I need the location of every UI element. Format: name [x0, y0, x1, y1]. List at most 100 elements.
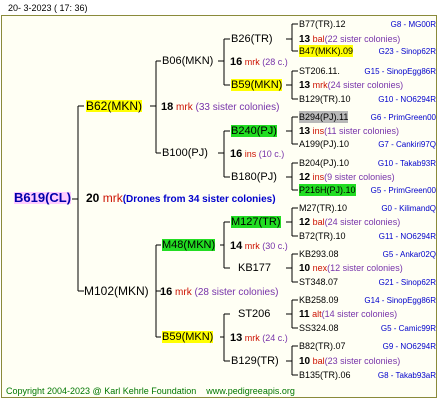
gen3-queen-2[interactable]: M48(MKN) — [162, 239, 216, 251]
leaf-ref-12: G14 - SinopEgg86R — [364, 296, 436, 305]
leaf-name-1[interactable]: B47(MKK).09 — [299, 45, 354, 57]
leaf-name-5[interactable]: A199(PJ).10 — [299, 138, 349, 150]
leaf-name-9[interactable]: B72(TR).10 — [299, 230, 346, 242]
sire-sisters: (33 sister colonies) — [195, 102, 280, 113]
leaf-ref-11: G21 - Sinop62R — [378, 278, 436, 287]
gen3-stats-3: 13 mrk (24 c.) — [230, 332, 288, 344]
gen3-num-1: 16 — [230, 148, 243, 160]
leaf-ref-8: G0 - KilimandQ — [381, 204, 436, 213]
gen4-num-0: 13 — [299, 34, 311, 45]
gen4-sisters-4: (24 sister colonies) — [324, 217, 401, 227]
gen4-mark-1: mrk — [312, 80, 328, 90]
footer-site-link[interactable]: www.pedigreeapis.org — [206, 386, 295, 396]
leaf-name-7[interactable]: P216H(PJ).10 — [299, 184, 356, 196]
leaf-name-0[interactable]: B77(TR).12 — [299, 18, 346, 30]
leaf-ref-15: G8 - Takab93aR — [377, 371, 436, 380]
gen4-stats-7: 10 bal(23 sister colonies) — [299, 355, 400, 368]
gen3-num-0: 16 — [230, 56, 243, 68]
gen3-sisters-0: (28 c.) — [262, 57, 288, 67]
sire-stats: 18 mrk (33 sister colonies) — [161, 101, 279, 114]
leaf-name-8[interactable]: M27(TR).10 — [299, 202, 347, 214]
sire-queen[interactable]: B62(MKN) — [86, 100, 143, 112]
gen4-queen-7[interactable]: B129(TR) — [231, 355, 279, 367]
gen4-stats-2: 13 ins(11 sister colonies) — [299, 125, 399, 138]
leaf-name-4[interactable]: B294(PJ).11 — [299, 111, 349, 123]
gen3-sisters-1: (10 c.) — [258, 149, 285, 159]
dam-stats: 16 mrk (28 sister colonies) — [160, 286, 278, 299]
dam-mark: mrk — [175, 287, 192, 298]
leaf-ref-5: G7 - Cankiri97Q — [378, 140, 436, 149]
gen4-num-7: 10 — [299, 356, 311, 367]
gen4-mark-7: bal — [312, 356, 325, 366]
gen3-mark-0: mrk — [244, 57, 260, 67]
footer-copyright: Copyright 2004-2023 @ Karl Kehrle Founda… — [6, 386, 197, 396]
leaf-name-11[interactable]: ST348.07 — [299, 276, 338, 288]
gen4-queen-6[interactable]: ST206 — [238, 308, 270, 320]
gen4-num-5: 10 — [299, 263, 311, 274]
leaf-ref-9: G11 - NO6294R — [378, 232, 436, 241]
gen4-stats-6: 11 alt(14 sister colonies) — [299, 308, 397, 321]
gen4-mark-0: bal — [312, 34, 325, 44]
dam-queen[interactable]: M102(MKN) — [84, 285, 149, 297]
gen4-queen-3[interactable]: B180(PJ) — [231, 171, 277, 183]
leaf-name-13[interactable]: SS324.08 — [299, 322, 339, 334]
gen3-stats-2: 14 mrk (30 c.) — [230, 240, 288, 252]
leaf-name-6[interactable]: B204(PJ).10 — [299, 157, 349, 169]
leaf-name-3[interactable]: B129(TR).10 — [299, 93, 351, 105]
gen4-queen-1[interactable]: B59(MKN) — [231, 79, 283, 91]
gen3-mark-1: ins — [244, 149, 257, 159]
leaf-name-15[interactable]: B135(TR).06 — [299, 369, 351, 381]
leaf-ref-4: G6 - PrimGreen00 — [370, 113, 436, 122]
gen4-num-2: 13 — [299, 126, 311, 137]
gen4-stats-4: 12 bal(24 sister colonies) — [299, 216, 400, 229]
gen4-num-3: 12 — [299, 172, 311, 183]
gen4-queen-0[interactable]: B26(TR) — [231, 33, 273, 45]
dam-num: 16 — [160, 286, 173, 298]
gen3-queen-3[interactable]: B59(MKN) — [162, 331, 214, 343]
leaf-ref-6: G10 - Takab93R — [377, 159, 436, 168]
gen3-queen-1[interactable]: B100(PJ) — [162, 147, 208, 159]
dam-sisters: (28 sister colonies) — [194, 287, 279, 298]
gen4-sisters-6: (14 sister colonies) — [321, 309, 398, 319]
root-mark: mrk — [102, 191, 123, 205]
leaf-ref-13: G5 - Camic99R — [380, 324, 436, 333]
leaf-name-2[interactable]: ST206.11. — [299, 65, 340, 77]
root-num: 20 — [86, 191, 100, 205]
leaf-ref-0: G8 - MG00R — [390, 20, 436, 29]
gen4-mark-3: ins — [312, 172, 325, 182]
gen4-queen-4[interactable]: M127(TR) — [231, 216, 281, 228]
gen3-mark-3: mrk — [244, 333, 260, 343]
gen4-num-1: 13 — [299, 80, 311, 91]
gen3-sisters-3: (24 c.) — [262, 333, 288, 343]
footer: Copyright 2004-2023 @ Karl Kehrle Founda… — [6, 385, 295, 397]
gen3-num-2: 14 — [230, 240, 243, 252]
gen3-stats-0: 16 mrk (28 c.) — [230, 56, 288, 68]
gen4-queen-2[interactable]: B240(PJ) — [231, 125, 277, 137]
gen4-num-4: 12 — [299, 217, 311, 228]
leaf-ref-1: G23 - Sinop62R — [378, 47, 436, 56]
root-drones: (Drones from 34 sister colonies) — [122, 194, 276, 205]
gen3-sisters-2: (30 c.) — [262, 241, 288, 251]
gen4-sisters-3: (9 sister colonies) — [324, 172, 395, 182]
leaf-ref-2: G15 - SinopEgg86R — [364, 67, 436, 76]
gen4-mark-5: nex — [312, 263, 328, 273]
gen4-sisters-7: (23 sister colonies) — [324, 356, 401, 366]
leaf-name-12[interactable]: KB258.09 — [299, 294, 339, 306]
gen4-sisters-5: (12 sister colonies) — [327, 263, 403, 273]
gen4-mark-6: alt — [312, 309, 322, 319]
gen4-num-6: 11 — [299, 309, 310, 320]
sire-num: 18 — [161, 101, 174, 113]
gen4-stats-1: 13 mrk(24 sister colonies) — [299, 79, 403, 92]
sire-mark: mrk — [176, 102, 193, 113]
leaf-name-10[interactable]: KB293.08 — [299, 248, 339, 260]
root-queen[interactable]: B619(CL) — [14, 191, 72, 204]
gen4-stats-5: 10 nex(12 sister colonies) — [299, 262, 403, 275]
gen4-queen-5[interactable]: KB177 — [238, 262, 271, 274]
gen4-mark-2: ins — [312, 126, 325, 136]
gen3-queen-0[interactable]: B06(MKN) — [162, 55, 213, 67]
leaf-name-14[interactable]: B82(TR).07 — [299, 340, 346, 352]
leaf-ref-14: G9 - NO6294R — [382, 342, 436, 351]
gen4-sisters-2: (11 sister colonies) — [324, 126, 400, 136]
gen3-num-3: 13 — [230, 332, 243, 344]
leaf-ref-10: G5 - Ankar02Q — [382, 250, 436, 259]
